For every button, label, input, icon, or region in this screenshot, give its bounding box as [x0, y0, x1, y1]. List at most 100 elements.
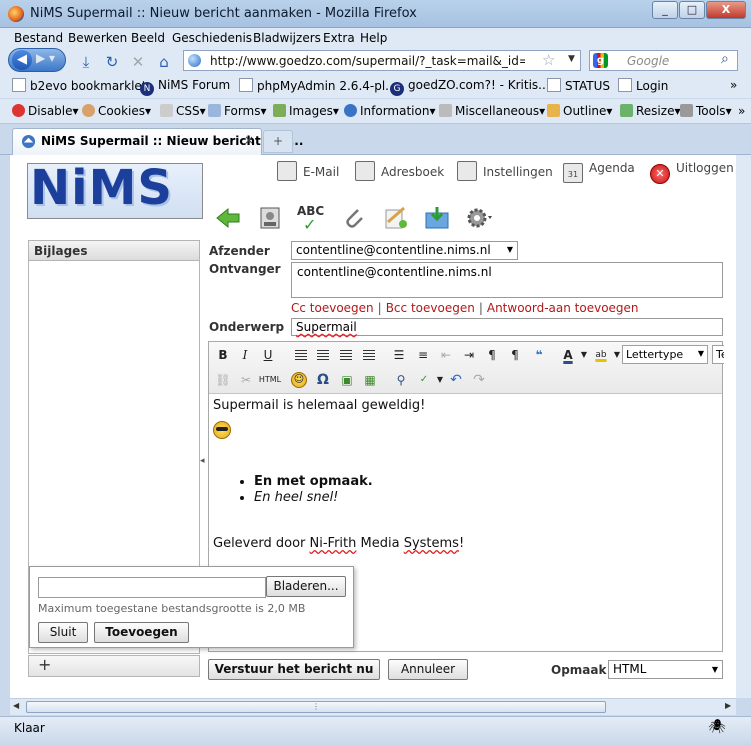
- search-icon[interactable]: ⌕: [721, 51, 729, 67]
- rtl-icon[interactable]: ¶: [506, 346, 524, 364]
- italic-button[interactable]: I: [236, 346, 254, 364]
- subject-field[interactable]: Supermail: [291, 318, 723, 336]
- save-to-folder-icon[interactable]: [423, 204, 451, 232]
- link-icon[interactable]: ⛓: [214, 371, 232, 389]
- panel-splitter-handle[interactable]: ◂: [200, 456, 206, 466]
- vertical-scrollbar[interactable]: [736, 155, 751, 698]
- to-field[interactable]: contentline@contentline.nims.nl: [291, 262, 723, 298]
- editor-content[interactable]: Supermail is helemaal geweldig! En met o…: [213, 398, 718, 552]
- nav-uitloggen[interactable]: ✕ Uitloggen: [650, 161, 734, 185]
- text-color-dropdown-icon[interactable]: ▼: [575, 346, 593, 364]
- bullet-list-icon[interactable]: ☰: [390, 346, 408, 364]
- dev-information-menu[interactable]: Information▾: [344, 104, 436, 118]
- menu-bladwijzers[interactable]: Bladwijzers: [253, 31, 321, 45]
- url-text[interactable]: http://www.goedzo.com/supermail/?_task=m…: [210, 54, 525, 68]
- font-size-select[interactable]: Te: [712, 345, 724, 364]
- bookmark-phpmyadmin[interactable]: phpMyAdmin 2.6.4-pl...: [239, 78, 397, 93]
- search-placeholder[interactable]: Google: [627, 54, 669, 68]
- google-icon[interactable]: g: [593, 53, 608, 68]
- firebug-icon[interactable]: 🕷: [708, 719, 726, 735]
- menu-geschiedenis[interactable]: Geschiedenis: [172, 31, 252, 45]
- bookmark-nims-forum[interactable]: N NiMS Forum: [140, 78, 230, 96]
- home-icon[interactable]: ⌂: [152, 51, 176, 73]
- special-characters-icon[interactable]: Ω: [314, 371, 332, 389]
- dev-css-menu[interactable]: CSS▾: [160, 104, 206, 118]
- save-draft-icon[interactable]: [256, 204, 284, 232]
- dev-forms-menu[interactable]: Forms▾: [208, 104, 267, 118]
- nav-agenda[interactable]: 31 Agenda: [563, 161, 635, 185]
- new-tab-button[interactable]: +: [263, 130, 293, 153]
- bookmark-login[interactable]: Login: [618, 78, 668, 93]
- dev-cookies-menu[interactable]: Cookies▾: [82, 104, 151, 118]
- minimize-button[interactable]: _: [652, 1, 678, 19]
- bookmark-star-icon[interactable]: ☆: [542, 51, 555, 69]
- insert-image-icon[interactable]: ▣: [338, 371, 356, 389]
- spellcheck-icon[interactable]: ABC ✓: [297, 204, 325, 234]
- tab-supermail[interactable]: NiMS Supermail :: Nieuw bericht aan... ×: [12, 128, 303, 155]
- scrollbar-thumb[interactable]: ⋮: [26, 701, 606, 713]
- ltr-icon[interactable]: ¶: [483, 346, 501, 364]
- html-source-button[interactable]: HTML: [258, 371, 282, 389]
- dev-disable-menu[interactable]: Disable▾: [12, 104, 79, 118]
- add-attachment-button[interactable]: +: [38, 655, 51, 674]
- nav-instellingen[interactable]: Instellingen: [457, 161, 553, 185]
- format-select[interactable]: HTML ▼: [608, 660, 723, 679]
- add-bcc-link[interactable]: Bcc toevoegen: [386, 301, 475, 315]
- close-window-button[interactable]: X: [706, 1, 746, 19]
- bookmarks-overflow-icon[interactable]: »: [730, 78, 737, 92]
- send-message-button[interactable]: Verstuur het bericht nu: [208, 659, 380, 680]
- from-select[interactable]: contentline@contentline.nims.nl ▼: [291, 241, 518, 260]
- url-dropdown-icon[interactable]: ▼: [568, 54, 575, 64]
- numbered-list-icon[interactable]: ≡: [414, 346, 432, 364]
- back-forward-buttons[interactable]: ◀ ▶ ▾: [8, 48, 66, 72]
- add-cc-link[interactable]: Cc toevoegen: [291, 301, 374, 315]
- forward-arrow-icon[interactable]: ▶ ▾: [36, 51, 55, 65]
- close-upload-button[interactable]: Sluit: [38, 622, 88, 643]
- signature-icon[interactable]: [382, 204, 410, 232]
- options-gear-icon[interactable]: [464, 204, 492, 232]
- bold-button[interactable]: B: [214, 346, 232, 364]
- insert-media-icon[interactable]: ▦: [361, 371, 379, 389]
- download-icon[interactable]: ⤓: [74, 51, 98, 73]
- devbar-overflow-icon[interactable]: »: [738, 104, 745, 118]
- dev-images-menu[interactable]: Images▾: [273, 104, 339, 118]
- nav-adresboek[interactable]: Adresboek: [355, 161, 444, 185]
- menu-bestand[interactable]: Bestand: [14, 31, 63, 45]
- blockquote-icon[interactable]: ❝: [530, 346, 548, 364]
- align-right-icon[interactable]: [337, 346, 355, 364]
- stop-icon[interactable]: ✕: [126, 51, 150, 73]
- bookmark-b2evo[interactable]: b2evo bookmarklet: [12, 78, 147, 93]
- dev-outline-menu[interactable]: Outline▾: [547, 104, 612, 118]
- scroll-left-icon[interactable]: ◀: [13, 701, 19, 710]
- emoticon-icon[interactable]: ☺: [291, 372, 307, 388]
- menu-bewerken[interactable]: Bewerken: [68, 31, 127, 45]
- find-replace-icon[interactable]: ⚲: [392, 371, 410, 389]
- cancel-button[interactable]: Annuleer: [388, 659, 468, 680]
- bookmark-goedzo[interactable]: GgoedZO.com?! - Kritis...: [390, 78, 550, 96]
- align-justify-icon[interactable]: [360, 346, 378, 364]
- outdent-icon[interactable]: ⇤: [437, 346, 455, 364]
- indent-icon[interactable]: ⇥: [460, 346, 478, 364]
- align-left-icon[interactable]: [292, 346, 310, 364]
- dev-resize-menu[interactable]: Resize▾: [620, 104, 680, 118]
- browse-button[interactable]: Bladeren...: [266, 576, 346, 597]
- back-arrow-icon[interactable]: ◀: [12, 50, 32, 70]
- dev-tools-menu[interactable]: Tools▾: [680, 104, 732, 118]
- attachment-icon[interactable]: [340, 204, 368, 232]
- dev-miscellaneous-menu[interactable]: Miscellaneous▾: [439, 104, 545, 118]
- align-center-icon[interactable]: [314, 346, 332, 364]
- add-file-button[interactable]: Toevoegen: [94, 622, 189, 643]
- back-arrow-icon[interactable]: [214, 204, 242, 232]
- url-bar[interactable]: http://www.goedzo.com/supermail/?_task=m…: [183, 50, 581, 71]
- reload-icon[interactable]: ↻: [100, 51, 124, 73]
- search-bar[interactable]: g Google ⌕: [589, 50, 738, 71]
- menu-beeld[interactable]: Beeld: [131, 31, 165, 45]
- scroll-right-icon[interactable]: ▶: [725, 701, 731, 710]
- tab-close-icon[interactable]: ×: [244, 133, 254, 147]
- font-family-select[interactable]: Lettertype ▼: [622, 345, 708, 364]
- add-reply-to-link[interactable]: Antwoord-aan toevoegen: [487, 301, 639, 315]
- undo-icon[interactable]: ↶: [447, 371, 465, 389]
- maximize-button[interactable]: □: [679, 1, 705, 19]
- bookmark-status[interactable]: STATUS: [547, 78, 610, 93]
- menu-extra[interactable]: Extra: [323, 31, 355, 45]
